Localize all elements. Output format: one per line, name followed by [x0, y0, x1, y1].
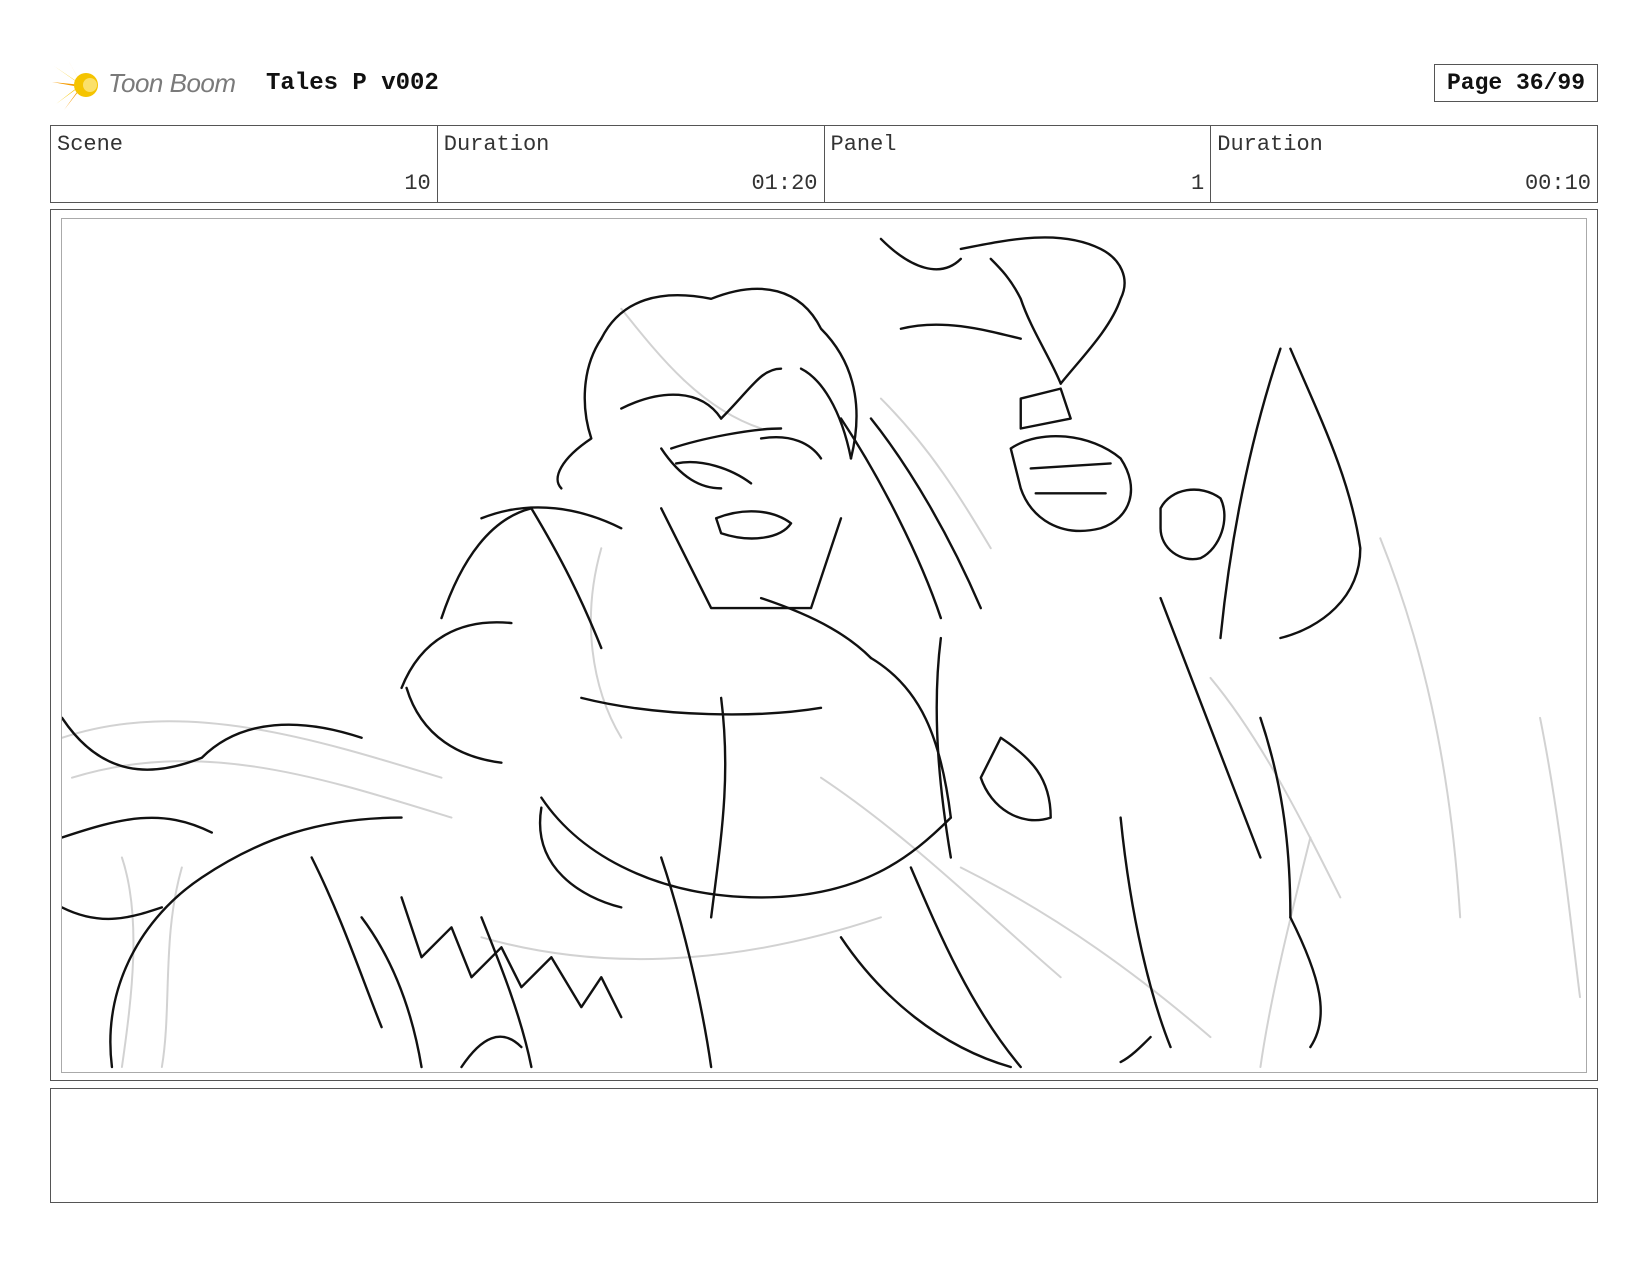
scene-info-row: Scene 10 Duration 01:20 Panel 1 Duration… [50, 125, 1598, 203]
toon-boom-logo: Toon Boom [52, 58, 252, 112]
page-indicator: Page 36/99 [1434, 64, 1598, 102]
scene-duration-cell: Duration 01:20 [438, 126, 825, 202]
scene-cell: Scene 10 [51, 126, 438, 202]
scene-duration-value: 01:20 [751, 171, 818, 196]
panel-frame [50, 209, 1598, 1081]
panel-value: 1 [1191, 171, 1205, 196]
panel-image-area [61, 218, 1587, 1073]
project-title: Tales P v002 [266, 70, 439, 97]
storyboard-header: Toon Boom Tales P v002 [52, 58, 612, 112]
scene-label: Scene [57, 132, 124, 157]
scene-duration-label: Duration [443, 132, 550, 157]
panel-duration-cell: Duration 00:10 [1211, 126, 1597, 202]
panel-duration-value: 00:10 [1524, 171, 1591, 196]
panel-label: Panel [830, 132, 897, 157]
panel-notes-area [50, 1088, 1598, 1203]
logo-burst-icon [52, 60, 98, 110]
logo-text: Toon Boom [108, 68, 236, 98]
storyboard-sketch [62, 236, 1582, 1069]
panel-cell: Panel 1 [825, 126, 1212, 202]
scene-value: 10 [404, 171, 431, 196]
panel-duration-label: Duration [1217, 132, 1323, 157]
